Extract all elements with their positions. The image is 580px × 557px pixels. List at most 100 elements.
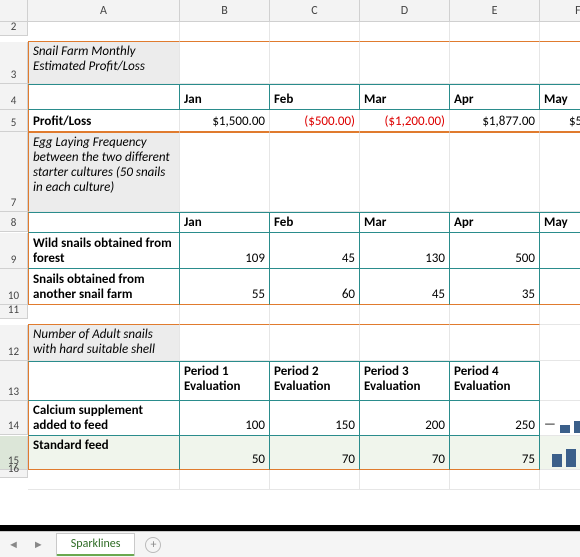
s1-val-apr[interactable]: $1,877.00: [450, 110, 540, 132]
col-header-F[interactable]: F: [540, 0, 580, 22]
spreadsheet-grid[interactable]: A B C D E F 2 3 Snail Farm Monthly Estim…: [0, 0, 580, 490]
cell-C7[interactable]: [270, 132, 360, 212]
s1-month-feb[interactable]: Feb: [270, 84, 360, 110]
s3-r2-p3[interactable]: 70: [360, 436, 450, 470]
add-sheet-button[interactable]: +: [145, 537, 161, 553]
cell-D7[interactable]: [360, 132, 450, 212]
s1-val-may[interactable]: $500.00: [540, 110, 580, 132]
cell-A2[interactable]: [28, 22, 180, 42]
row-header-3[interactable]: 3: [0, 42, 28, 84]
col-header-B[interactable]: B: [180, 0, 270, 22]
s2-month-jan[interactable]: Jan: [180, 212, 270, 233]
cell-F2[interactable]: [540, 22, 580, 42]
cell-B2[interactable]: [180, 22, 270, 42]
row-header-7[interactable]: 7: [0, 132, 28, 212]
cell-B7[interactable]: [180, 132, 270, 212]
s2-month-feb[interactable]: Feb: [270, 212, 360, 233]
cell-E12[interactable]: [450, 325, 540, 361]
s2-month-may[interactable]: May: [540, 212, 580, 233]
s3-h2[interactable]: Period 2 Evaluation: [270, 361, 360, 401]
row-header-16[interactable]: 16: [0, 470, 28, 478]
cell-F16[interactable]: [540, 470, 580, 490]
col-header-A[interactable]: A: [28, 0, 180, 22]
s1-rowlabel[interactable]: Profit/Loss: [28, 110, 180, 132]
cell-F7[interactable]: [540, 132, 580, 212]
col-header-E[interactable]: E: [450, 0, 540, 22]
cell-A16[interactable]: [28, 470, 180, 490]
cell-A4[interactable]: [28, 84, 180, 110]
tab-nav-prev-icon[interactable]: ◄: [6, 538, 21, 551]
s3-r1-p1[interactable]: 100: [180, 401, 270, 436]
s2-r1-mar[interactable]: 130: [360, 233, 450, 269]
cell-B3[interactable]: [180, 42, 270, 84]
col-header-blank[interactable]: [0, 0, 28, 22]
sheet-tab-sparklines[interactable]: Sparklines: [56, 533, 136, 556]
cell-F11[interactable]: [540, 305, 580, 325]
cell-C3[interactable]: [270, 42, 360, 84]
s2-r2-apr[interactable]: 35: [450, 269, 540, 305]
s2-r2-jan[interactable]: 55: [180, 269, 270, 305]
s3-h4[interactable]: Period 4 Evaluation: [450, 361, 540, 401]
cell-E11[interactable]: [450, 305, 540, 325]
cell-E7[interactable]: [450, 132, 540, 212]
cell-D3[interactable]: [360, 42, 450, 84]
cell-E3[interactable]: [450, 42, 540, 84]
s2-r2-may[interactable]: 15: [540, 269, 580, 305]
s3-h3[interactable]: Period 3 Evaluation: [360, 361, 450, 401]
s3-h1[interactable]: Period 1 Evaluation: [180, 361, 270, 401]
section3-title[interactable]: Number of Adult snails with hard suitabl…: [28, 325, 180, 361]
row-header-4[interactable]: 4: [0, 84, 28, 110]
s3-r1-p3[interactable]: 200: [360, 401, 450, 436]
cell-C16[interactable]: [270, 470, 360, 490]
cell-B12[interactable]: [180, 325, 270, 361]
cell-D12[interactable]: [360, 325, 450, 361]
cell-F13[interactable]: [540, 361, 580, 401]
s3-r1-p2[interactable]: 150: [270, 401, 360, 436]
s2-r1-jan[interactable]: 109: [180, 233, 270, 269]
cell-D2[interactable]: [360, 22, 450, 42]
row-header-2[interactable]: 2: [0, 22, 28, 36]
row-header-10[interactable]: 10: [0, 269, 28, 305]
cell-B16[interactable]: [180, 470, 270, 490]
s3-row1-label[interactable]: Calcium supplement added to feed: [28, 401, 180, 436]
cell-E2[interactable]: [450, 22, 540, 42]
cell-F12[interactable]: [540, 325, 580, 361]
s3-r1-p4[interactable]: 250: [450, 401, 540, 436]
row-header-8[interactable]: 8: [0, 212, 28, 232]
s1-val-jan[interactable]: $1,500.00: [180, 110, 270, 132]
s1-month-jan[interactable]: Jan: [180, 84, 270, 110]
s2-month-mar[interactable]: Mar: [360, 212, 450, 233]
s3-r2-p2[interactable]: 70: [270, 436, 360, 470]
cell-C11[interactable]: [270, 305, 360, 325]
cell-B11[interactable]: [180, 305, 270, 325]
row-header-14[interactable]: 14: [0, 401, 28, 435]
s2-r1-apr[interactable]: 500: [450, 233, 540, 269]
cell-E16[interactable]: [450, 470, 540, 490]
s2-month-apr[interactable]: Apr: [450, 212, 540, 233]
s2-r2-feb[interactable]: 60: [270, 269, 360, 305]
s2-r1-feb[interactable]: 45: [270, 233, 360, 269]
cell-A8[interactable]: [28, 212, 180, 233]
s1-month-mar[interactable]: Mar: [360, 84, 450, 110]
col-header-D[interactable]: D: [360, 0, 450, 22]
col-header-C[interactable]: C: [270, 0, 360, 22]
row-header-12[interactable]: 12: [0, 325, 28, 361]
cell-C12[interactable]: [270, 325, 360, 361]
cell-F3[interactable]: [540, 42, 580, 84]
s1-month-may[interactable]: May: [540, 84, 580, 110]
s2-row1-label[interactable]: Wild snails obtained from forest: [28, 233, 180, 269]
s2-row2-label[interactable]: Snails obtained from another snail farm: [28, 269, 180, 305]
s1-val-mar[interactable]: ($1,200.00): [360, 110, 450, 132]
s3-r2-p4[interactable]: 75: [450, 436, 540, 470]
s2-r2-mar[interactable]: 45: [360, 269, 450, 305]
cell-A11[interactable]: [28, 305, 180, 325]
cell-D11[interactable]: [360, 305, 450, 325]
row-header-11[interactable]: 11: [0, 305, 28, 319]
s2-r1-may[interactable]: 450: [540, 233, 580, 269]
row-header-9[interactable]: 9: [0, 233, 28, 269]
tab-nav-next-icon[interactable]: ►: [31, 538, 46, 551]
section2-title[interactable]: Egg Laying Frequency between the two dif…: [28, 132, 180, 212]
s3-row2-label[interactable]: Standard feed: [28, 436, 180, 470]
row-header-13[interactable]: 13: [0, 361, 28, 401]
s3-r2-p1[interactable]: 50: [180, 436, 270, 470]
